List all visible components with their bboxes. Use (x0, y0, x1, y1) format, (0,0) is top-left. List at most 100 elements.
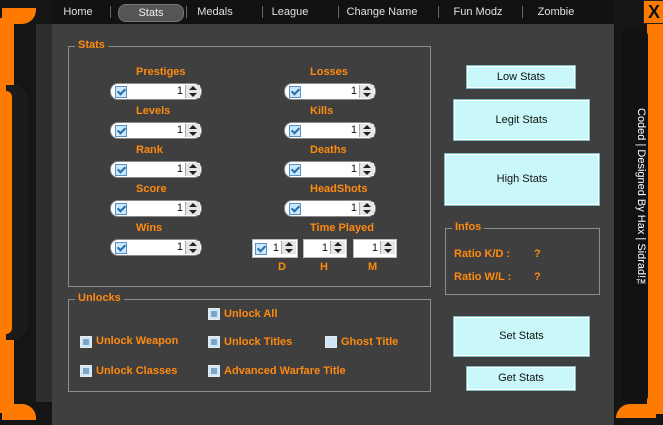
tab-separator (438, 6, 439, 18)
headshots-value: 1 (350, 202, 357, 214)
time-minutes-spin-buttons[interactable] (380, 241, 395, 254)
levels-value: 1 (176, 124, 183, 136)
losses-spin-buttons[interactable] (359, 85, 374, 98)
levels-label: Levels (136, 105, 171, 117)
time-minutes-stepper[interactable]: 1 (353, 239, 397, 258)
right-frame-accent (647, 14, 663, 414)
headshots-spin-buttons[interactable] (359, 202, 374, 215)
unlock-weapon-checkbox[interactable] (80, 336, 92, 348)
score-value: 1 (176, 202, 183, 214)
tab-fun-modz[interactable]: Fun Modz (450, 4, 506, 20)
ratio-kd-value: ? (534, 248, 541, 260)
time-days-value: 1 (272, 242, 279, 254)
time-hours-spin-buttons[interactable] (330, 241, 345, 254)
low-stats-button[interactable]: Low Stats (467, 66, 575, 88)
unlock-all-checkbox[interactable] (208, 308, 220, 320)
tab-league[interactable]: League (266, 4, 314, 20)
prestiges-label: Prestiges (136, 66, 186, 78)
unlock-classes-checkbox[interactable] (80, 365, 92, 377)
time-days-spin-buttons[interactable] (281, 241, 296, 254)
deaths-spin-buttons[interactable] (359, 163, 374, 176)
rank-checkbox[interactable] (115, 164, 127, 176)
unlock-all-label: Unlock All (224, 308, 278, 320)
time-hours-unit: H (320, 261, 328, 273)
losses-stepper[interactable]: 1 (284, 83, 376, 100)
time-played-checkbox[interactable] (255, 243, 267, 255)
content-panel: Stats Prestiges 1 Levels 1 Rank 1 Score … (52, 24, 614, 425)
ratio-kd-label: Ratio K/D : (454, 248, 511, 260)
wins-label: Wins (136, 222, 163, 234)
score-stepper[interactable]: 1 (110, 200, 202, 217)
left-frame-inner (36, 24, 52, 402)
levels-stepper[interactable]: 1 (110, 122, 202, 139)
ghost-title-checkbox[interactable] (325, 336, 337, 348)
levels-spin-buttons[interactable] (185, 124, 200, 137)
deaths-checkbox[interactable] (289, 164, 301, 176)
time-days-stepper[interactable]: 1 (252, 239, 298, 258)
unlock-titles-checkbox[interactable] (208, 336, 220, 348)
tab-bar: Home Stats Medals League Change Name Fun… (52, 0, 614, 24)
ratio-wl-value: ? (534, 271, 541, 283)
ghost-title-label: Ghost Title (341, 336, 399, 348)
prestiges-checkbox[interactable] (115, 86, 127, 98)
set-stats-button[interactable]: Set Stats (454, 317, 589, 356)
get-stats-button[interactable]: Get Stats (467, 367, 575, 390)
losses-value: 1 (350, 85, 357, 97)
headshots-label: HeadShots (310, 183, 368, 195)
infos-group: Infos (445, 221, 600, 295)
tab-medals[interactable]: Medals (192, 4, 238, 20)
time-days-unit: D (278, 261, 286, 273)
tab-separator (110, 6, 111, 18)
headshots-checkbox[interactable] (289, 203, 301, 215)
tab-separator (522, 6, 523, 18)
tab-home[interactable]: Home (60, 4, 96, 20)
score-checkbox[interactable] (115, 203, 127, 215)
unlocks-group-title: Unlocks (75, 292, 124, 304)
levels-checkbox[interactable] (115, 125, 127, 137)
legit-stats-button[interactable]: Legit Stats (454, 100, 589, 140)
right-frame-cap (616, 404, 656, 418)
unlock-weapon-label: Unlock Weapon (96, 335, 179, 347)
headshots-stepper[interactable]: 1 (284, 200, 376, 217)
tab-zombie[interactable]: Zombie (536, 4, 576, 20)
ratio-wl-label: Ratio W/L : (454, 271, 512, 283)
time-played-label: Time Played (310, 222, 374, 234)
kills-checkbox[interactable] (289, 125, 301, 137)
deaths-label: Deaths (310, 144, 347, 156)
left-frame-cap-bottom (2, 404, 36, 420)
stats-group-title: Stats (75, 39, 108, 51)
score-spin-buttons[interactable] (185, 202, 200, 215)
time-hours-value: 1 (321, 242, 328, 254)
rank-stepper[interactable]: 1 (110, 161, 202, 178)
unlock-titles-label: Unlock Titles (224, 336, 293, 348)
deaths-stepper[interactable]: 1 (284, 161, 376, 178)
tab-change-name[interactable]: Change Name (344, 4, 420, 20)
wins-stepper[interactable]: 1 (110, 239, 202, 256)
prestiges-spin-buttons[interactable] (185, 85, 200, 98)
losses-label: Losses (310, 66, 348, 78)
prestiges-stepper[interactable]: 1 (110, 83, 202, 100)
tab-stats[interactable]: Stats (118, 4, 184, 22)
kills-stepper[interactable]: 1 (284, 122, 376, 139)
wins-spin-buttons[interactable] (185, 241, 200, 254)
rank-spin-buttons[interactable] (185, 163, 200, 176)
close-button[interactable]: X (643, 0, 663, 24)
infos-group-title: Infos (452, 221, 485, 233)
high-stats-button[interactable]: High Stats (445, 154, 599, 205)
kills-value: 1 (350, 124, 357, 136)
tab-separator (338, 6, 339, 18)
score-label: Score (136, 183, 167, 195)
deaths-value: 1 (350, 163, 357, 175)
app-window: X Coded | Designed By Hax | Sidrad!™ Hom… (0, 0, 663, 425)
time-minutes-unit: M (368, 261, 378, 273)
advanced-warfare-title-checkbox[interactable] (208, 365, 220, 377)
time-hours-stepper[interactable]: 1 (303, 239, 347, 258)
rank-value: 1 (176, 163, 183, 175)
unlock-classes-label: Unlock Classes (96, 365, 178, 377)
kills-label: Kills (310, 105, 334, 117)
tab-separator (186, 6, 187, 18)
wins-checkbox[interactable] (115, 242, 127, 254)
kills-spin-buttons[interactable] (359, 124, 374, 137)
losses-checkbox[interactable] (289, 86, 301, 98)
wins-value: 1 (176, 241, 183, 253)
